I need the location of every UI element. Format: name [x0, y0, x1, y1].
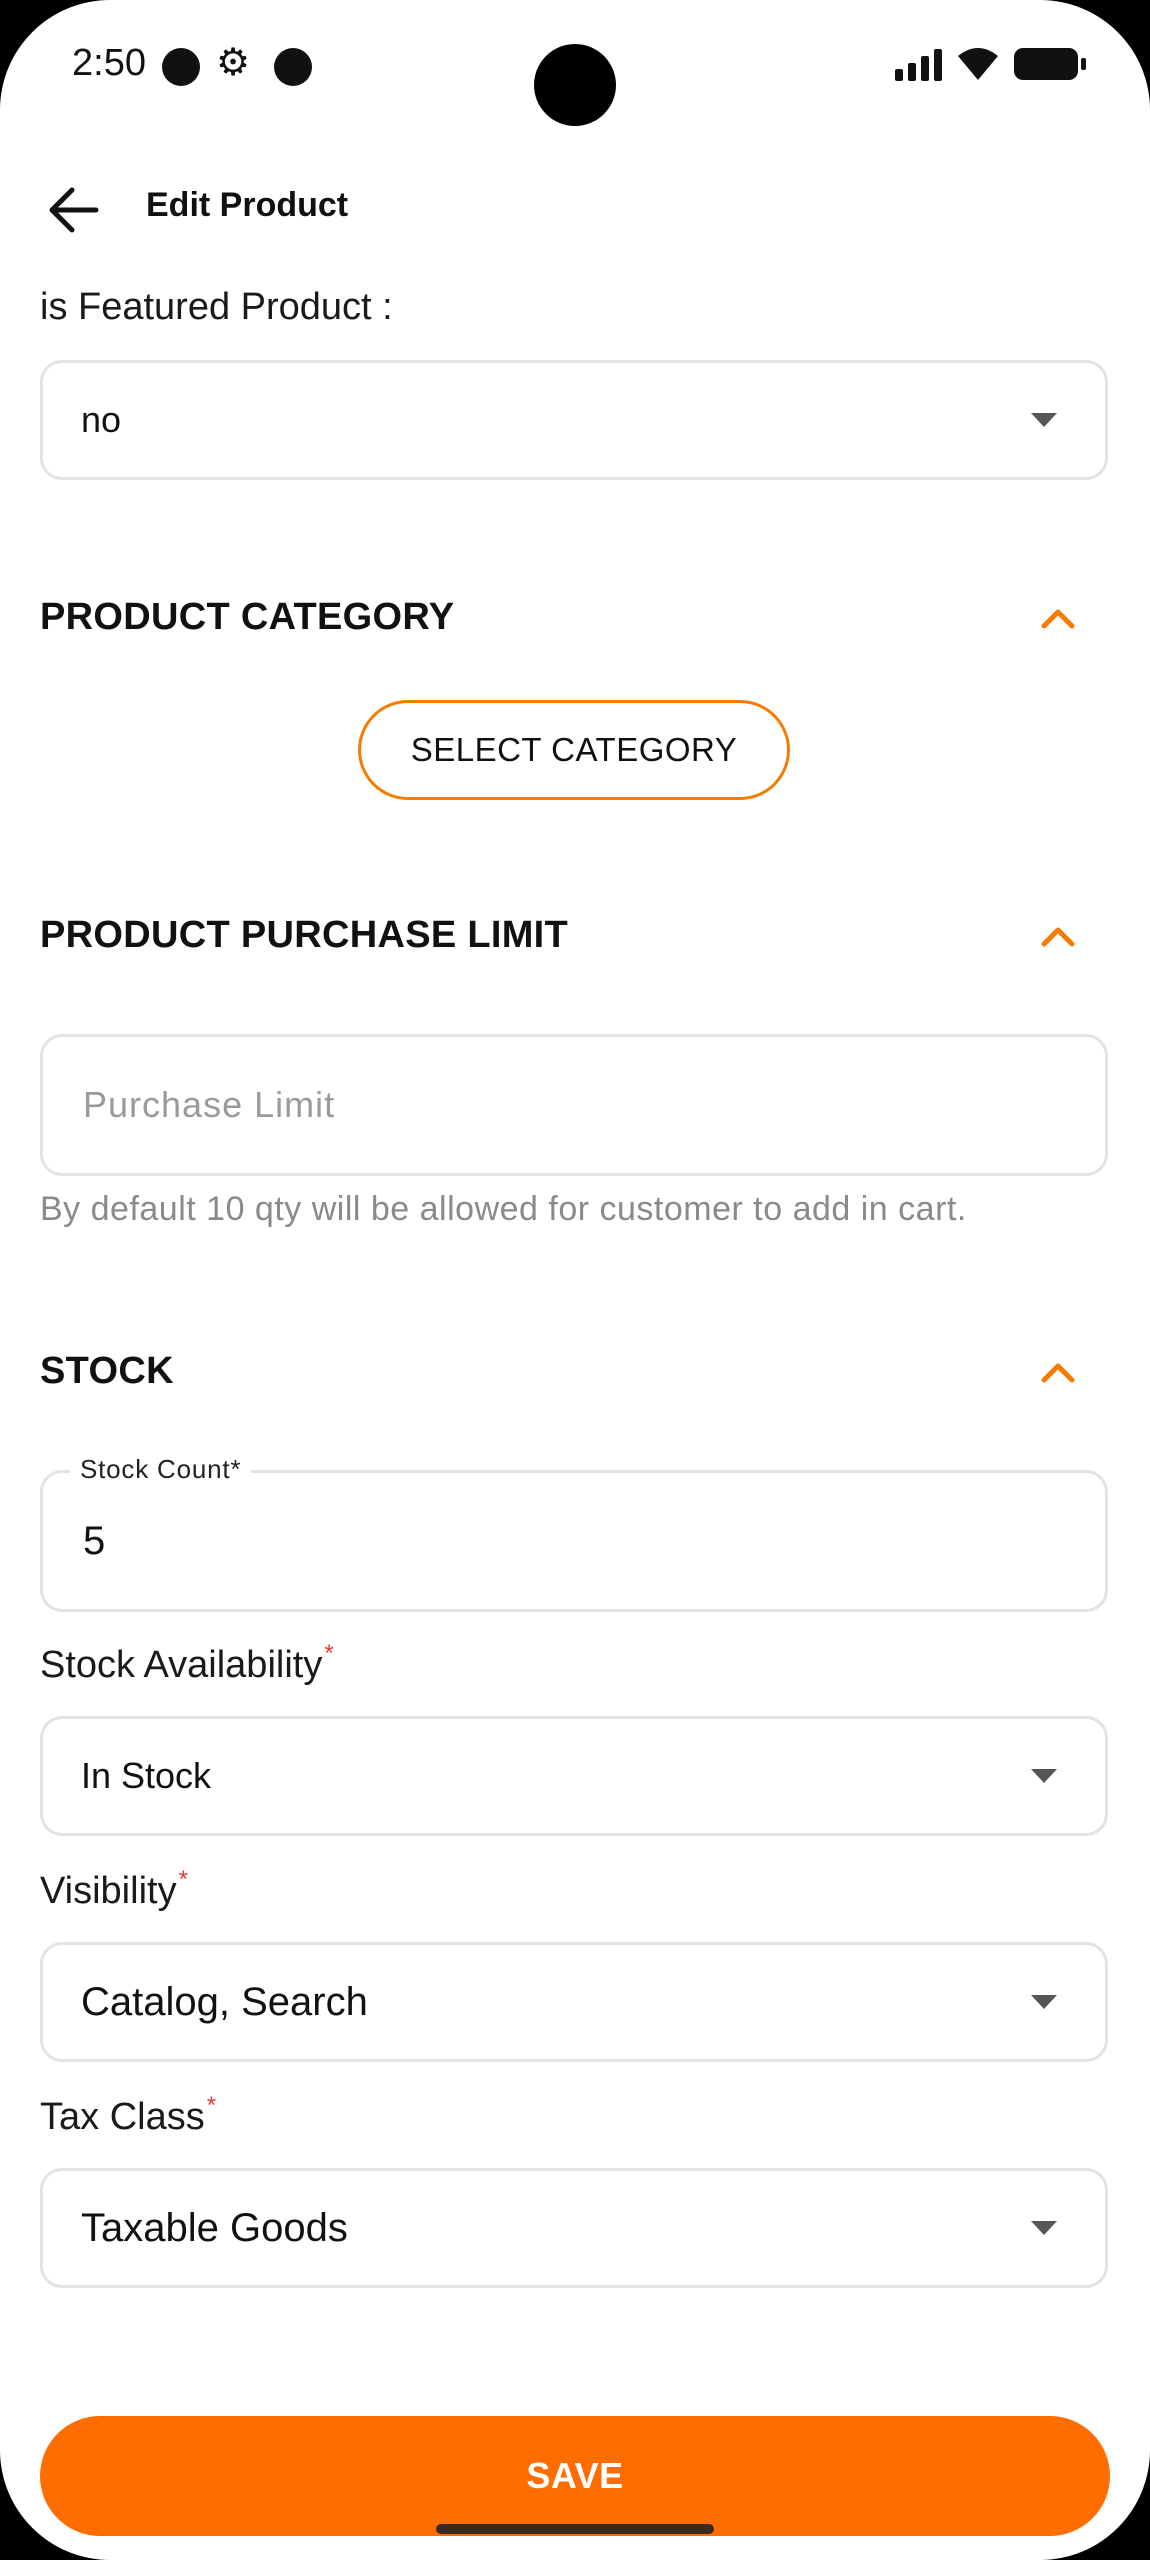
- stock-count-label: Stock Count*: [70, 1454, 252, 1485]
- stock-count-input[interactable]: 5: [40, 1470, 1108, 1612]
- wifi-icon: [958, 48, 998, 80]
- purchase-limit-section-title: PRODUCT PURCHASE LIMIT: [40, 914, 569, 956]
- stock-section-title: STOCK: [40, 1350, 174, 1392]
- required-asterisk: *: [178, 1866, 188, 1893]
- stock-availability-label: Stock Availability*: [40, 1640, 334, 1687]
- visibility-label: Visibility*: [40, 1866, 188, 1913]
- notification-dot-icon: [274, 48, 312, 86]
- home-indicator[interactable]: [436, 2524, 714, 2534]
- purchase-limit-helper-text: By default 10 qty will be allowed for cu…: [40, 1190, 967, 1228]
- featured-select[interactable]: no: [40, 360, 1108, 480]
- settings-gear-icon: ⚙: [216, 42, 251, 84]
- back-arrow-icon[interactable]: [40, 176, 108, 244]
- purchase-limit-placeholder: Purchase Limit: [83, 1084, 336, 1125]
- battery-icon: [1014, 48, 1086, 80]
- visibility-select[interactable]: Catalog, Search: [40, 1942, 1108, 2062]
- featured-label: is Featured Product :: [40, 286, 393, 328]
- status-time: 2:50: [72, 42, 146, 84]
- cellular-signal-icon: [895, 47, 942, 81]
- select-category-button[interactable]: SELECT CATEGORY: [358, 700, 790, 800]
- stock-availability-label-text: Stock Availability: [40, 1644, 323, 1686]
- required-asterisk: *: [324, 1640, 334, 1667]
- visibility-label-text: Visibility: [40, 1870, 177, 1912]
- collapse-chevron-up-icon[interactable]: [1038, 598, 1078, 638]
- dropdown-arrow-icon: [1031, 413, 1057, 427]
- stock-availability-value: In Stock: [81, 1755, 212, 1796]
- phone-screen: 2:50 ⚙ Edit Product is Featured Product …: [0, 0, 1150, 2560]
- category-section-title: PRODUCT CATEGORY: [40, 596, 455, 638]
- purchase-limit-input[interactable]: Purchase Limit: [40, 1034, 1108, 1176]
- tax-class-label-text: Tax Class: [40, 2096, 205, 2138]
- dropdown-arrow-icon: [1031, 2221, 1057, 2235]
- dropdown-arrow-icon: [1031, 1995, 1057, 2009]
- collapse-chevron-up-icon[interactable]: [1038, 1352, 1078, 1392]
- system-icons: [895, 46, 1086, 82]
- page-title: Edit Product: [146, 186, 349, 224]
- stock-availability-select[interactable]: In Stock: [40, 1716, 1108, 1836]
- stock-count-value: 5: [83, 1518, 106, 1563]
- dropdown-arrow-icon: [1031, 1769, 1057, 1783]
- featured-value: no: [81, 399, 122, 440]
- visibility-value: Catalog, Search: [81, 1979, 368, 2024]
- required-asterisk: *: [206, 2092, 217, 2119]
- save-button[interactable]: SAVE: [40, 2416, 1110, 2536]
- collapse-chevron-up-icon[interactable]: [1038, 916, 1078, 956]
- tax-class-select[interactable]: Taxable Goods: [40, 2168, 1108, 2288]
- front-camera: [534, 44, 616, 126]
- tax-class-label: Tax Class*: [40, 2092, 216, 2139]
- tax-class-value: Taxable Goods: [81, 2205, 348, 2250]
- notification-dot-icon: [162, 48, 200, 86]
